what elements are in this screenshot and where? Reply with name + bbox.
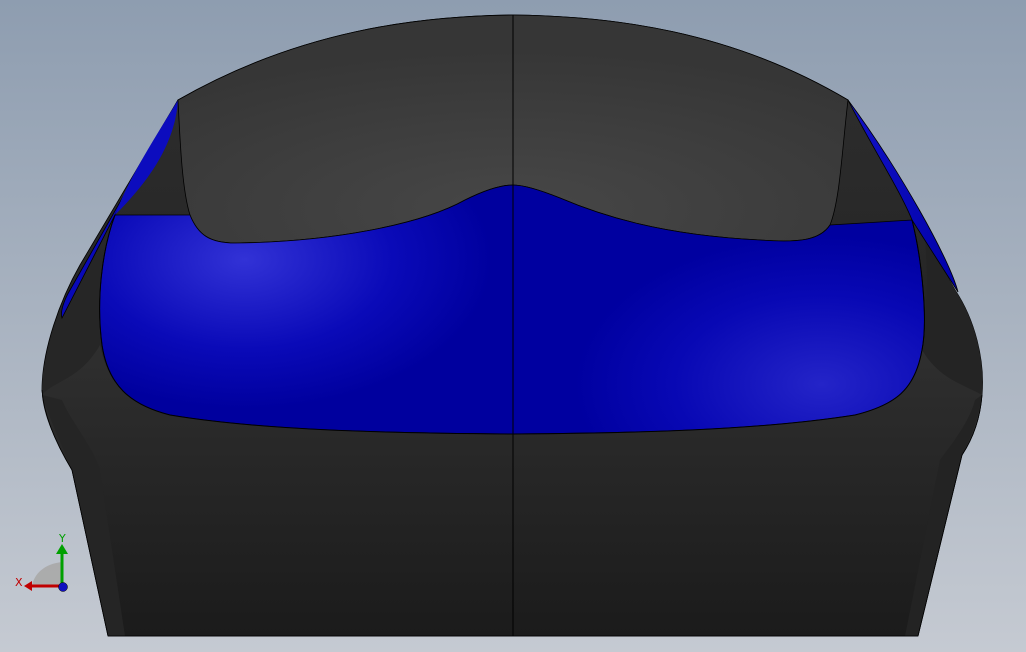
- coordinate-triad: Y X: [15, 532, 68, 592]
- triad-z-axis-icon: [58, 582, 68, 592]
- graphics-viewport[interactable]: Y X: [0, 0, 1026, 652]
- triad-plane-icon: [32, 562, 62, 586]
- triad-x-arrow-icon: [24, 581, 32, 591]
- model-view[interactable]: [0, 0, 1026, 652]
- triad-x-label: X: [15, 576, 23, 589]
- triad-y-label: Y: [58, 532, 66, 545]
- triad-y-arrow-icon: [56, 544, 68, 554]
